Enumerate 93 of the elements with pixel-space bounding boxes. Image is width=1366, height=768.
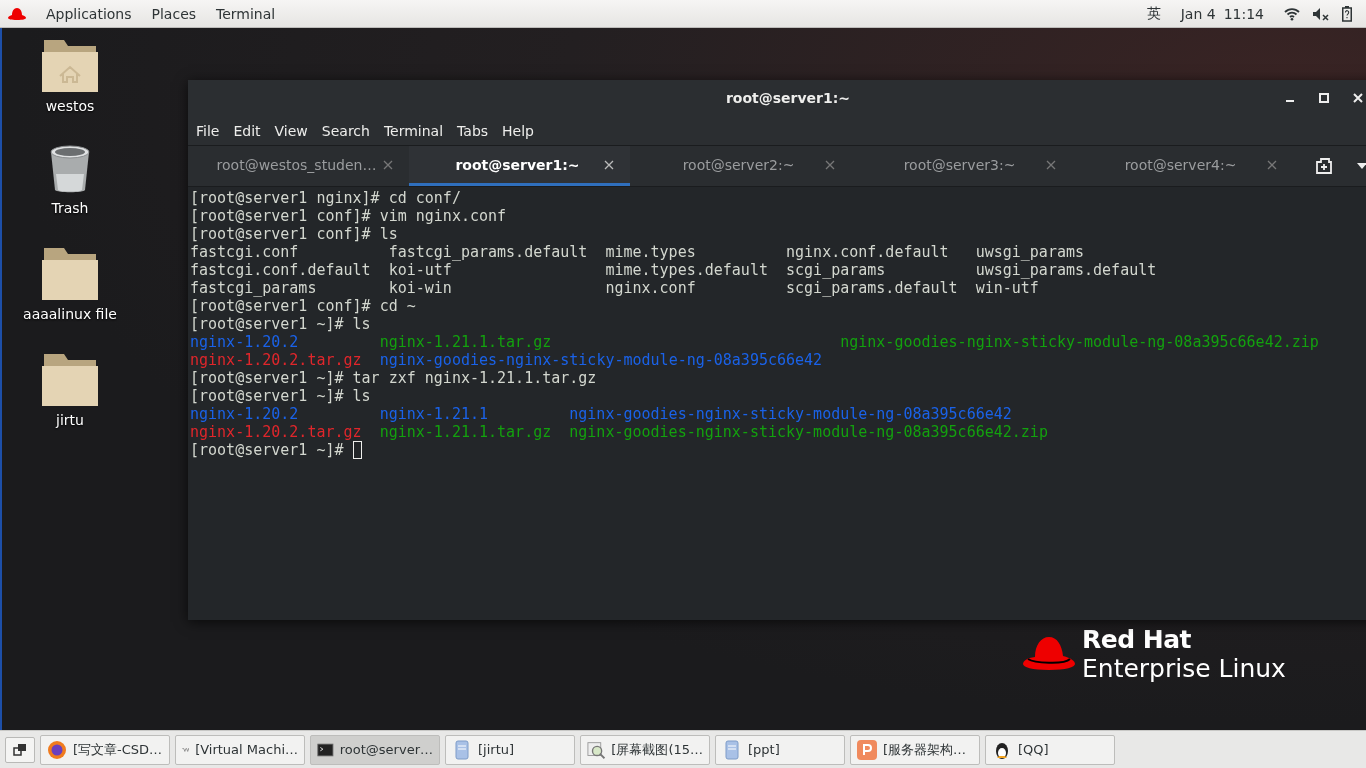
terminal-cursor	[352, 441, 362, 459]
desktop-icon-label[interactable]: jirtu	[56, 412, 84, 428]
terminal-line: [root@server1 nginx]# cd conf/	[190, 189, 461, 207]
file-name: fastcgi.conf.default	[190, 261, 372, 279]
volume-muted-icon[interactable]	[1312, 6, 1330, 21]
terminal-tab[interactable]: root@server3:~	[851, 146, 1072, 186]
document-icon	[452, 739, 472, 760]
magnifier-icon	[587, 739, 606, 760]
terminal-tab[interactable]: root@server2:~	[630, 146, 851, 186]
file-name: mime.types	[605, 243, 697, 261]
browser-icon	[47, 739, 67, 760]
terminal-line: [root@server1 ~]# ls	[190, 315, 371, 333]
file-name: uwsgi_params.default	[975, 261, 1157, 279]
file-name: nginx-1.20.2	[190, 333, 300, 351]
file-name: fastcgi_params.default	[388, 243, 589, 261]
caret-icon[interactable]	[1357, 163, 1366, 169]
terminal-tab[interactable]: root@westos_studen…	[188, 146, 409, 186]
document-icon	[722, 739, 742, 760]
close-icon[interactable]	[1351, 91, 1365, 105]
menu-item[interactable]: Edit	[227, 119, 267, 142]
window-title: root@server1:~	[725, 90, 851, 106]
menu-item[interactable]: File	[190, 119, 226, 142]
taskbar-window-button[interactable]: [写文章-CSD…	[40, 734, 170, 765]
terminal-line: [root@server1 conf]# cd ~	[190, 297, 416, 315]
file-name: uwsgi_params	[975, 243, 1085, 261]
taskbar-window-button[interactable]: [Virtual Machi…	[175, 734, 305, 765]
terminal-line: [root@server1 conf]# vim nginx.conf	[190, 207, 507, 225]
new-tab-icon[interactable]	[1315, 158, 1333, 174]
hat-icon	[8, 6, 26, 21]
file-name: nginx-1.20.2	[190, 405, 300, 423]
tab-label[interactable]: root@westos_studen…	[210, 156, 383, 173]
file-name: nginx-goodies-nginx-sticky-module-ng-08a395c66e42	[379, 351, 824, 369]
file-name: nginx-1.21.1	[379, 405, 489, 423]
file-name: nginx-1.21.1.tar.gz	[379, 423, 553, 441]
file-name: koi-utf	[388, 261, 453, 279]
terminal-line: [root@server1 ~]# tar zxf nginx-1.21.1.tar.gz	[190, 369, 597, 387]
tab-label[interactable]: root@server2:~	[652, 156, 825, 173]
file-name: nginx-1.20.2.tar.gz	[190, 351, 363, 369]
file-name: koi-win	[388, 279, 453, 297]
menu-item[interactable]: Terminal	[377, 119, 450, 142]
terminal-tab[interactable]: root@server1:~	[409, 146, 630, 186]
terminal-tab[interactable]: root@server4:~	[1072, 146, 1293, 186]
desktop-icon-label[interactable]: aaaalinux file	[23, 306, 117, 322]
file-name: nginx-goodies-nginx-sticky-module-ng-08a395c66e42	[569, 405, 1012, 423]
windows-icon	[13, 742, 27, 757]
maximize-icon[interactable]	[1317, 91, 1331, 105]
home-folder-icon	[42, 38, 98, 92]
terminal-line: [root@server1 ~]# ls	[190, 387, 371, 405]
file-name: fastcgi_params	[190, 279, 318, 297]
logo-brand-text: Red Hat	[1082, 626, 1193, 655]
menu-item[interactable]: Help	[496, 119, 540, 142]
file-name: nginx.conf	[605, 279, 697, 297]
file-name: nginx-goodies-nginx-sticky-module-ng-08a395c66e42.zip	[569, 423, 1048, 441]
input-method-indicator[interactable]: 英	[1146, 4, 1161, 23]
file-name: mime.types.default	[605, 261, 769, 279]
folder-icon	[42, 246, 98, 300]
terminal-prompt: [root@server1 ~]#	[190, 441, 344, 459]
menu-item[interactable]: Tabs	[451, 119, 495, 142]
slides-icon	[857, 739, 877, 760]
file-name: win-utf	[975, 279, 1039, 297]
taskbar-window-button[interactable]: [ppt]	[715, 734, 845, 765]
desktop-icon-label[interactable]: Trash	[51, 200, 89, 216]
top-menu[interactable]: Terminal	[216, 5, 276, 22]
battery-icon[interactable]	[1342, 5, 1352, 22]
tab-label[interactable]: root@server1:~	[431, 156, 604, 173]
tab-label[interactable]: root@server4:~	[1094, 156, 1267, 173]
clock-time[interactable]: 11:14	[1223, 5, 1264, 22]
clock-date[interactable]: Jan 4	[1180, 5, 1216, 22]
desktop-icon-label[interactable]: westos	[45, 98, 95, 114]
trash-icon	[48, 144, 92, 194]
terminal-line: [root@server1 conf]# ls	[190, 225, 398, 243]
close-icon[interactable]	[604, 159, 614, 170]
taskbar-window-button[interactable]: root@server…	[310, 734, 440, 765]
file-name: scgi_params	[786, 261, 887, 279]
menu-item[interactable]: View	[268, 119, 314, 142]
file-name: nginx-1.20.2.tar.gz	[190, 423, 363, 441]
wifi-icon[interactable]	[1284, 6, 1300, 21]
logo-product-text: Enterprise Linux	[1082, 654, 1286, 684]
file-name: nginx.conf.default	[786, 243, 950, 261]
taskbar-window-button[interactable]: [屏幕截图(15…	[580, 734, 710, 765]
top-menu[interactable]: Places	[151, 5, 197, 22]
taskbar-window-button[interactable]: [服务器架构…	[850, 734, 980, 765]
file-name: nginx-1.21.1.tar.gz	[379, 333, 553, 351]
show-desktop-button[interactable]	[5, 736, 35, 763]
menu-item[interactable]: Search	[315, 119, 376, 142]
taskbar-window-button[interactable]: [QQ]	[985, 734, 1115, 765]
file-name: scgi_params.default	[786, 279, 959, 297]
tab-label[interactable]: root@server3:~	[873, 156, 1046, 173]
taskbar-window-button[interactable]: [jirtu]	[445, 734, 575, 765]
top-menu[interactable]: Applications	[46, 5, 132, 22]
folder-icon	[42, 352, 98, 406]
file-name: nginx-goodies-nginx-sticky-module-ng-08a395c66e42.zip	[840, 333, 1319, 351]
file-name: fastcgi.conf	[190, 243, 300, 261]
